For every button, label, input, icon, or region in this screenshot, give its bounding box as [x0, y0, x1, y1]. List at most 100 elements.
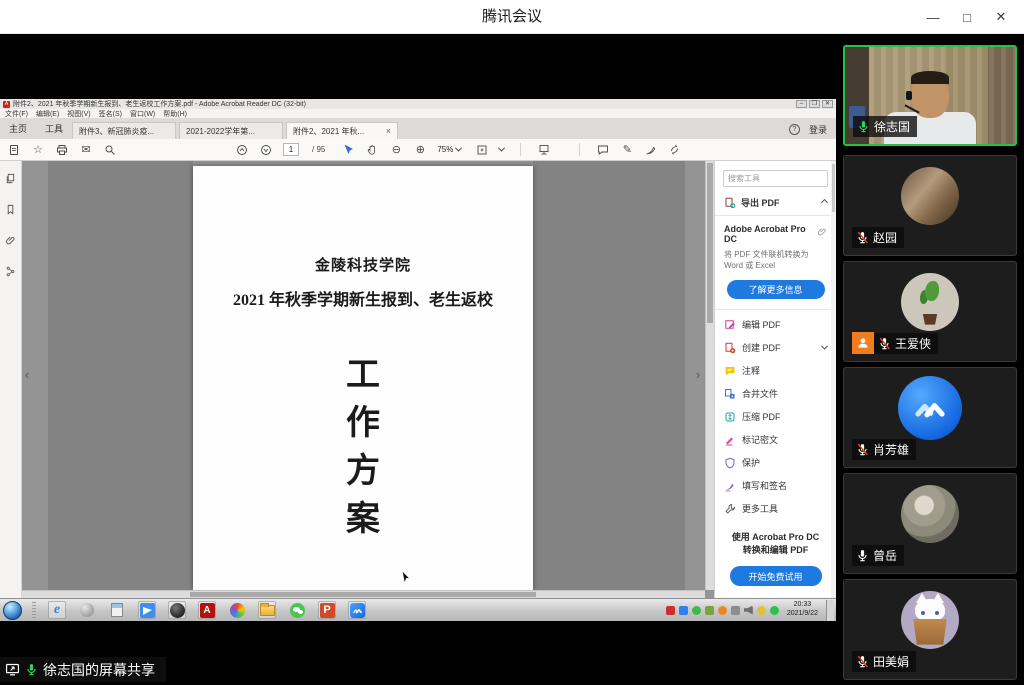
feiq-messenger-icon[interactable]: [138, 601, 156, 619]
export-pdf-row[interactable]: 导出 PDF: [715, 191, 836, 216]
mail-icon[interactable]: ✉: [79, 143, 93, 157]
volume-icon[interactable]: [744, 606, 753, 615]
tool-protect[interactable]: 保护: [715, 451, 836, 474]
close-button[interactable]: ✕: [984, 0, 1018, 34]
tool-redact[interactable]: 标记密文: [715, 428, 836, 451]
maximize-button[interactable]: □: [950, 0, 984, 34]
horizontal-scrollbar[interactable]: [22, 590, 705, 598]
fill-sign-icon[interactable]: [644, 143, 658, 157]
color-wheel-app-icon[interactable]: [228, 601, 246, 619]
doc-tab-1[interactable]: 附件3、新冠肺炎疫...: [72, 122, 176, 139]
zoom-out-icon[interactable]: ⊖: [389, 143, 403, 157]
bookmarks-icon[interactable]: [5, 202, 16, 220]
wechat-icon[interactable]: [288, 601, 306, 619]
powerpoint-icon[interactable]: P: [318, 601, 336, 619]
send-sign-icon[interactable]: [668, 143, 682, 157]
scrollbar-thumb[interactable]: [707, 163, 713, 323]
star-icon[interactable]: ☆: [31, 143, 45, 157]
next-page-arrow[interactable]: ›: [693, 367, 703, 382]
chevron-down-icon[interactable]: [821, 343, 828, 350]
tab-close-icon[interactable]: ×: [386, 126, 391, 136]
page-thumbnails-icon[interactable]: [5, 171, 16, 189]
tray-icon-yellow[interactable]: [757, 606, 766, 615]
participant-tile[interactable]: 赵园: [843, 155, 1017, 256]
page-down-icon[interactable]: [259, 143, 273, 157]
tray-icon-meeting[interactable]: [679, 606, 688, 615]
pencil-icon[interactable]: ✎: [620, 143, 634, 157]
doc-tab-2[interactable]: 2021-2022学年第...: [179, 122, 283, 139]
menu-edit[interactable]: 编辑(E): [36, 109, 59, 119]
menu-view[interactable]: 视图(V): [67, 109, 90, 119]
menu-help[interactable]: 帮助(H): [163, 109, 187, 119]
minimize-button[interactable]: —: [916, 0, 950, 34]
tray-icon-display[interactable]: [731, 606, 740, 615]
previous-page-arrow[interactable]: ‹: [22, 367, 32, 382]
tray-icon-green[interactable]: [692, 606, 701, 615]
internet-explorer-icon[interactable]: e: [48, 601, 66, 619]
tencent-meeting-taskbar-icon[interactable]: [348, 601, 366, 619]
vertical-scrollbar[interactable]: [705, 161, 714, 590]
participant-tile-host[interactable]: 王爱侠: [843, 261, 1017, 362]
document-viewport[interactable]: 金陵科技学院 2021 年秋季学期新生报到、老生返校 工 作 方 案: [22, 161, 714, 598]
doc-tab-3-active[interactable]: 附件2、2021 年秋... ×: [286, 122, 398, 139]
help-icon[interactable]: ?: [789, 124, 800, 135]
tool-compress-pdf[interactable]: 压缩 PDF: [715, 405, 836, 428]
search-icon[interactable]: [103, 143, 117, 157]
participant-tile[interactable]: 曾岳: [843, 473, 1017, 574]
tools-search-input[interactable]: [723, 170, 828, 187]
participant-tile-active-speaker[interactable]: 徐志国: [843, 45, 1017, 146]
panel-tool-list: 编辑 PDF 创建 PDF 注释: [715, 310, 836, 523]
learn-more-button[interactable]: 了解更多信息: [727, 280, 825, 299]
mic-muted-icon: [878, 337, 891, 350]
chevron-up-icon[interactable]: [821, 199, 828, 206]
participant-tile[interactable]: 肖芳雄: [843, 367, 1017, 468]
file-explorer-icon[interactable]: [258, 601, 276, 619]
tab-home[interactable]: 主页: [0, 122, 36, 139]
page-display-icon[interactable]: [537, 143, 551, 157]
tool-fill-sign[interactable]: 填写和签名: [715, 474, 836, 497]
layers-icon[interactable]: [5, 264, 16, 282]
tool-combine-files[interactable]: 合并文件: [715, 382, 836, 405]
media-player-icon[interactable]: [78, 601, 96, 619]
tool-more-tools[interactable]: 更多工具: [715, 497, 836, 520]
browser-sphere-icon[interactable]: [168, 601, 186, 619]
zoom-in-icon[interactable]: ⊕: [413, 143, 427, 157]
start-button[interactable]: [3, 601, 22, 620]
acrobat-reader-icon[interactable]: A: [198, 601, 216, 619]
tray-icon-orange[interactable]: [718, 606, 727, 615]
menu-file[interactable]: 文件(F): [5, 109, 28, 119]
participant-name: 王爱侠: [895, 335, 931, 352]
tool-edit-pdf[interactable]: 编辑 PDF: [715, 313, 836, 336]
print-icon[interactable]: [55, 143, 69, 157]
tray-icon-red[interactable]: [666, 606, 675, 615]
tool-create-pdf[interactable]: 创建 PDF: [715, 336, 836, 359]
select-tool-icon[interactable]: [341, 143, 355, 157]
scrollbar-thumb[interactable]: [832, 164, 835, 212]
scrollbar-thumb[interactable]: [190, 592, 536, 597]
menu-window[interactable]: 窗口(W): [130, 109, 155, 119]
fit-page-icon[interactable]: [475, 143, 489, 157]
participant-tile[interactable]: 田美娟: [843, 579, 1017, 680]
login-button[interactable]: 登录: [809, 123, 827, 136]
tray-icon-shield[interactable]: [705, 606, 714, 615]
page-number-input[interactable]: 1: [283, 143, 299, 156]
zoom-level-dropdown[interactable]: 75%: [437, 145, 461, 154]
acrobat-restore-button[interactable]: ❐: [809, 100, 820, 108]
acrobat-close-button[interactable]: ✕: [822, 100, 833, 108]
show-desktop-button[interactable]: [826, 600, 834, 621]
acrobat-minimize-button[interactable]: –: [796, 100, 807, 108]
chevron-down-icon[interactable]: [498, 145, 505, 152]
hand-tool-icon[interactable]: [365, 143, 379, 157]
menu-sign[interactable]: 签名(S): [99, 109, 122, 119]
pdf-page[interactable]: 金陵科技学院 2021 年秋季学期新生报到、老生返校 工 作 方 案: [193, 166, 533, 590]
taskbar-clock[interactable]: 20:33 2021/9/22: [787, 601, 818, 619]
tray-icon-battery[interactable]: [770, 606, 779, 615]
page-up-icon[interactable]: [235, 143, 249, 157]
comment-icon[interactable]: [596, 143, 610, 157]
calculator-icon[interactable]: [108, 601, 126, 619]
tab-tools[interactable]: 工具: [36, 122, 72, 139]
save-icon[interactable]: [7, 143, 21, 157]
tool-comment[interactable]: 注释: [715, 359, 836, 382]
attachments-icon[interactable]: [5, 233, 16, 251]
free-trial-button[interactable]: 开始免费试用: [730, 566, 822, 586]
